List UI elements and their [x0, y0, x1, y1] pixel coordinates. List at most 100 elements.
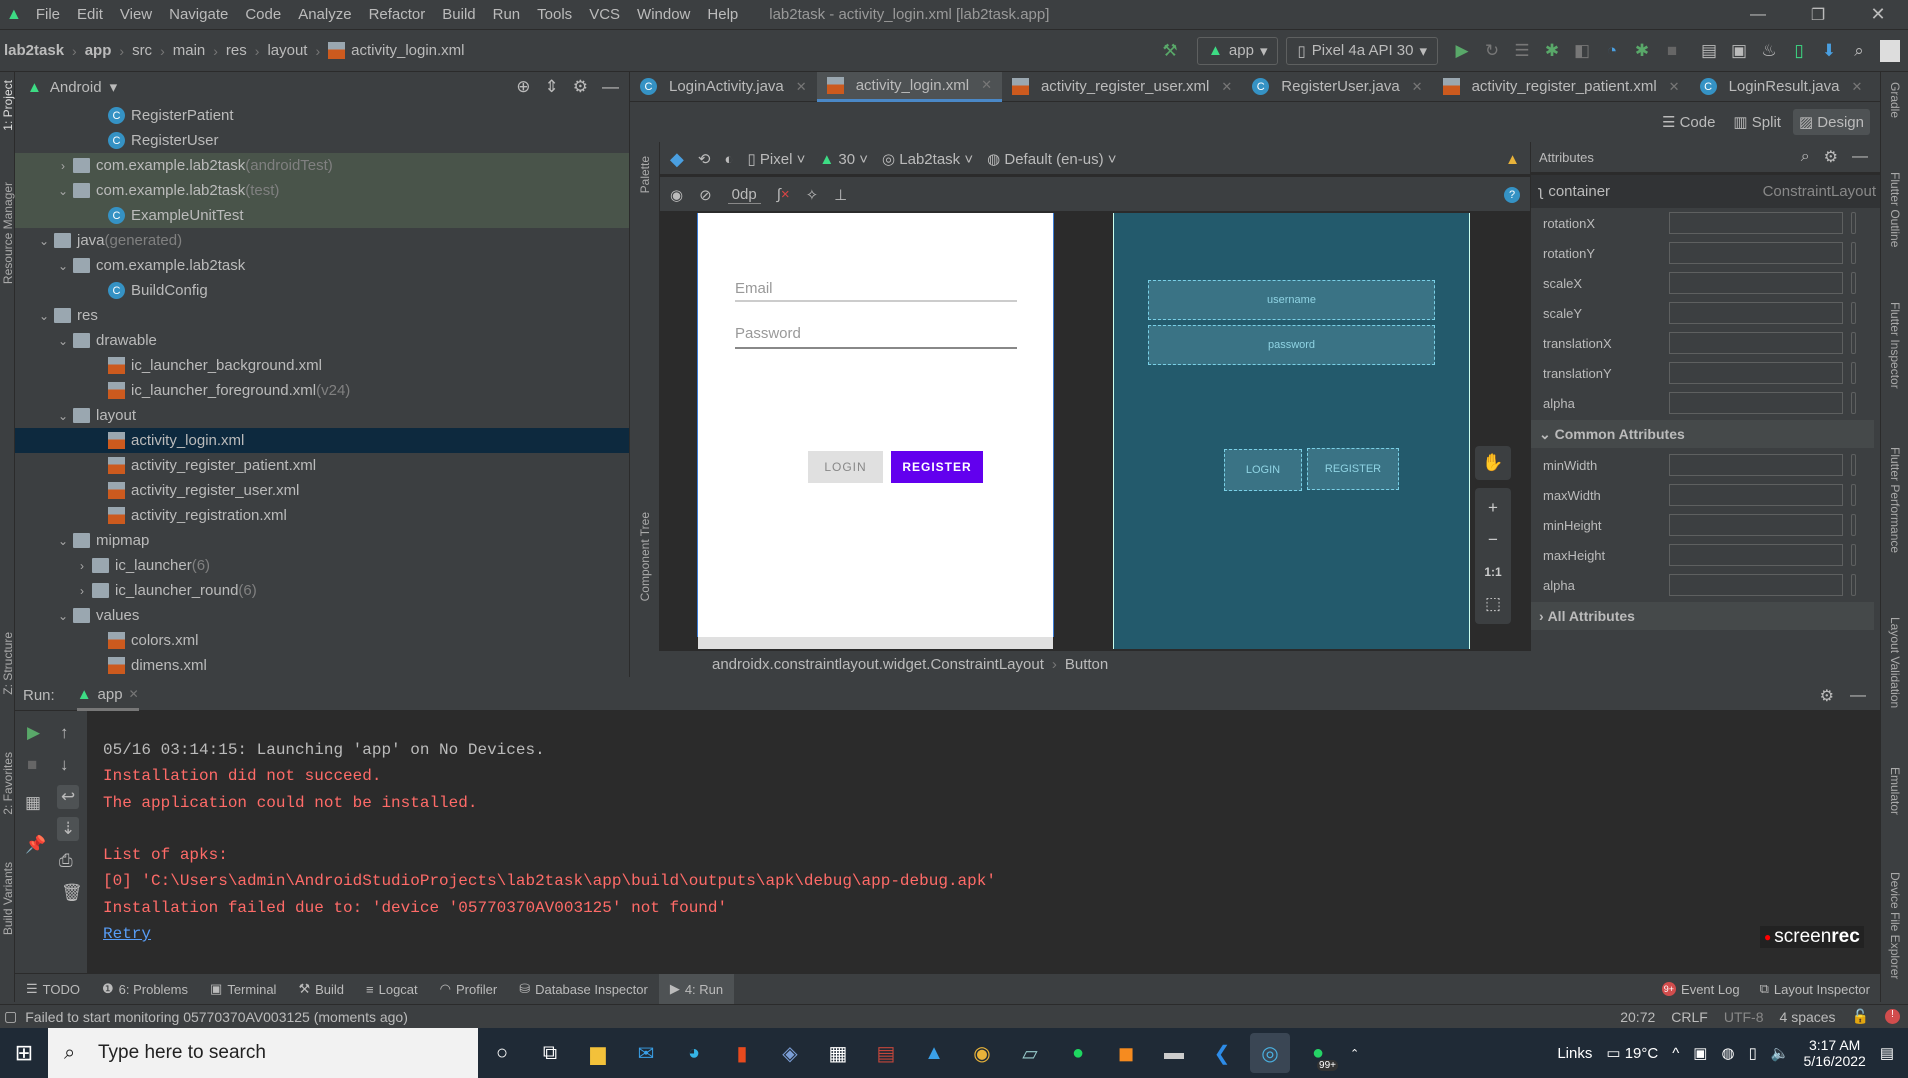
- rerun-icon[interactable]: ▶: [27, 723, 40, 743]
- android-studio-taskbar-icon[interactable]: ◎: [1250, 1033, 1290, 1073]
- bottom-tab[interactable]: ☰ TODO: [15, 974, 91, 1005]
- news-weather-widget[interactable]: ▭ 19°C: [1606, 1044, 1658, 1062]
- resource-picker-button[interactable]: [1851, 332, 1856, 354]
- taskbar-overflow-icon[interactable]: ⌃: [1350, 1047, 1359, 1060]
- autoconnect-icon[interactable]: ⊘: [699, 186, 712, 204]
- chevron-down-icon[interactable]: ⌄: [53, 409, 73, 423]
- device-dropdown[interactable]: ▯ Pixel 4a API 30 ▾: [1286, 36, 1438, 65]
- menu-analyze[interactable]: Analyze: [298, 6, 351, 23]
- project-view-selector[interactable]: Android: [50, 79, 102, 96]
- breadcrumb-item[interactable]: src: [132, 42, 152, 59]
- resource-picker-button[interactable]: [1851, 392, 1856, 414]
- build-variants-tool-tab[interactable]: Build Variants: [1, 862, 15, 935]
- blueprint-username-field[interactable]: username: [1148, 280, 1435, 320]
- tree-item[interactable]: ⌄ java (generated): [15, 228, 629, 253]
- favorites-tool-tab[interactable]: 2: Favorites: [1, 752, 15, 815]
- windows-start-icon[interactable]: ⊞: [0, 1040, 48, 1066]
- attribute-input[interactable]: [1669, 392, 1843, 414]
- zoom-in-icon[interactable]: +: [1475, 492, 1511, 524]
- tree-item[interactable]: dimens.xml: [15, 653, 629, 678]
- code-mode-button[interactable]: ☰ Code: [1656, 109, 1721, 135]
- design-mode-button[interactable]: ▨ Design: [1792, 109, 1870, 135]
- attribute-input[interactable]: [1669, 484, 1843, 506]
- tree-item[interactable]: › com.example.lab2task (androidTest): [15, 153, 629, 178]
- close-icon[interactable]: ✕: [129, 687, 139, 701]
- apply-code-changes-icon[interactable]: ☰: [1510, 41, 1534, 61]
- editor-tab[interactable]: activity_register_user.xml ✕: [1002, 72, 1242, 102]
- design-canvas[interactable]: Email Password LOGIN REGISTER username p…: [660, 211, 1530, 651]
- tray-app-icon[interactable]: ▣: [1693, 1044, 1707, 1062]
- profile-icon[interactable]: ◔: [1600, 41, 1624, 61]
- notepad-icon[interactable]: ▱: [1010, 1033, 1050, 1073]
- warning-icon[interactable]: ▲: [1505, 151, 1520, 168]
- tree-item[interactable]: C ExampleUnitTest: [15, 203, 629, 228]
- layout-validation-tool-tab[interactable]: Layout Validation: [1888, 617, 1902, 708]
- attribute-input[interactable]: [1669, 212, 1843, 234]
- infer-constraints-icon[interactable]: ✧: [806, 186, 819, 204]
- attribute-input[interactable]: [1669, 242, 1843, 264]
- breadcrumb-item[interactable]: activity_login.xml: [351, 42, 464, 59]
- stop-icon[interactable]: ■: [1660, 41, 1684, 61]
- menu-window[interactable]: Window: [637, 6, 690, 23]
- editor-tab[interactable]: C LoginResult.java ✕: [1690, 72, 1873, 102]
- taskbar-search[interactable]: ⌕ Type here to search: [48, 1028, 478, 1078]
- menu-view[interactable]: View: [120, 6, 152, 23]
- cortana-icon[interactable]: ○: [482, 1033, 522, 1073]
- retry-link[interactable]: Retry: [103, 921, 1880, 947]
- layout-icon[interactable]: ▦: [25, 793, 41, 813]
- hide-panel-icon[interactable]: —: [1852, 148, 1868, 166]
- design-preview[interactable]: Email Password LOGIN REGISTER: [697, 213, 1054, 649]
- flutter-performance-tool-tab[interactable]: Flutter Performance: [1888, 447, 1902, 553]
- vscode-icon[interactable]: ❮: [1202, 1033, 1242, 1073]
- event-log-button[interactable]: 9+ Event Log: [1661, 982, 1740, 997]
- blueprint-register-button[interactable]: REGISTER: [1307, 448, 1399, 490]
- palette-tool-tab[interactable]: Palette: [638, 156, 652, 193]
- clear-constraints-icon[interactable]: ∫×: [777, 186, 790, 203]
- chevron-down-icon[interactable]: ⌄: [34, 309, 54, 323]
- view-options-eye-icon[interactable]: ◉: [670, 186, 683, 204]
- design-surface-icon[interactable]: ◆: [670, 149, 684, 170]
- menu-build[interactable]: Build: [442, 6, 475, 23]
- attribute-input[interactable]: [1669, 544, 1843, 566]
- chevron-down-icon[interactable]: ▾: [110, 78, 118, 96]
- bottom-tab[interactable]: ⚒ Build: [287, 974, 355, 1005]
- login-button[interactable]: LOGIN: [808, 451, 883, 483]
- resource-picker-button[interactable]: [1851, 574, 1856, 596]
- flutter-inspector-tool-tab[interactable]: Flutter Inspector: [1888, 302, 1902, 389]
- bottom-tab[interactable]: ≡ Logcat: [355, 974, 429, 1005]
- menu-help[interactable]: Help: [707, 6, 738, 23]
- attribute-input[interactable]: [1669, 574, 1843, 596]
- bottom-tab[interactable]: ▶ 4: Run: [658, 973, 735, 1005]
- tree-item[interactable]: colors.xml: [15, 628, 629, 653]
- sdk-manager-icon[interactable]: ▣: [1727, 41, 1751, 61]
- tray-overflow-icon[interactable]: ^: [1672, 1045, 1679, 1062]
- menu-tools[interactable]: Tools: [537, 6, 572, 23]
- breadcrumb-item[interactable]: main: [173, 42, 206, 59]
- chevron-down-icon[interactable]: ⌄: [34, 234, 54, 248]
- menu-refactor[interactable]: Refactor: [369, 6, 426, 23]
- photos-icon[interactable]: ▲: [914, 1033, 954, 1073]
- minimize-button[interactable]: —: [1728, 6, 1788, 24]
- resource-manager-tool-tab[interactable]: Resource Manager: [1, 182, 15, 284]
- email-field[interactable]: Email: [735, 280, 1017, 302]
- terminal-icon[interactable]: ▬: [1154, 1033, 1194, 1073]
- locale-selector[interactable]: ◍ Default (en-us) ˅: [987, 150, 1116, 168]
- component-tree-tool-tab[interactable]: Component Tree: [638, 512, 652, 601]
- attribute-input[interactable]: [1669, 362, 1843, 384]
- tree-item[interactable]: ⌄ com.example.lab2task: [15, 253, 629, 278]
- locate-file-icon[interactable]: ⊕: [516, 77, 530, 97]
- avd-manager-icon[interactable]: ▯: [1787, 41, 1811, 61]
- chevron-down-icon[interactable]: ⌄: [53, 609, 73, 623]
- password-field[interactable]: Password: [735, 325, 1017, 349]
- panel-toggle-icon[interactable]: ▢: [4, 1008, 17, 1025]
- chevron-down-icon[interactable]: ⌄: [53, 534, 73, 548]
- zoom-reset-button[interactable]: 1:1: [1475, 556, 1511, 588]
- hide-panel-icon[interactable]: —: [602, 77, 619, 97]
- attribute-input[interactable]: [1669, 272, 1843, 294]
- close-window-button[interactable]: ✕: [1848, 4, 1908, 25]
- resource-picker-button[interactable]: [1851, 242, 1856, 264]
- menu-navigate[interactable]: Navigate: [169, 6, 228, 23]
- breadcrumb-item[interactable]: app: [85, 42, 112, 59]
- battery-icon[interactable]: ▯: [1749, 1044, 1757, 1062]
- zoom-to-fit-icon[interactable]: ⬚: [1475, 588, 1511, 620]
